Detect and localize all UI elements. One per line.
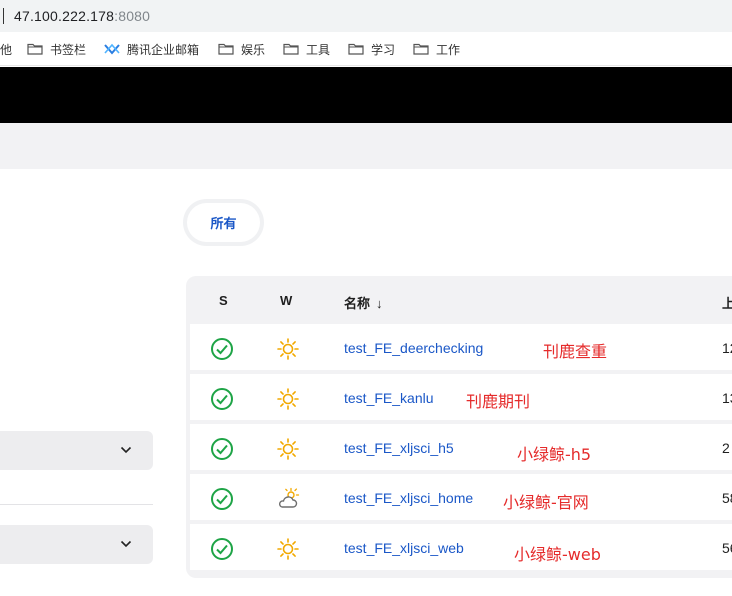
partly-cloudy-icon (278, 487, 300, 508)
jobs-table: S W 名称 ↓ 上 test_FE_deerchecking 刊鹿查重 12 t… (186, 276, 732, 578)
last-success-cell: 12 (722, 340, 732, 356)
job-link[interactable]: test_FE_xljsci_home (344, 490, 473, 506)
sunny-icon (277, 538, 299, 560)
sort-descending-icon: ↓ (376, 296, 383, 311)
success-icon (211, 388, 233, 410)
success-icon (211, 438, 233, 460)
bookmark-other[interactable]: 他 (0, 40, 12, 58)
url-text[interactable]: 47.100.222.178:8080 (14, 8, 150, 24)
bookmark-label: 书签栏 (50, 42, 87, 57)
column-header-last[interactable]: 上 (722, 293, 732, 312)
annotation-note: 小绿鲸-官网 (503, 493, 589, 512)
tencent-logo-icon (104, 43, 120, 55)
app-header (0, 67, 732, 123)
success-icon (211, 538, 233, 560)
bookmark-label: 腾讯企业邮箱 (127, 42, 200, 57)
chevron-down-icon[interactable] (119, 537, 133, 551)
sidebar-collapsible-panel[interactable] (0, 525, 153, 564)
sidebar-collapsible-panel[interactable] (0, 431, 153, 470)
table-row: test_FE_xljsci_home 小绿鲸-官网 58 (190, 474, 732, 522)
bookmark-folder-work[interactable]: 工作 (413, 40, 460, 58)
breadcrumb-bar (0, 123, 732, 169)
folder-icon (218, 43, 234, 55)
annotation-note: 小绿鲸-web (514, 545, 601, 564)
bookmark-folder-study[interactable]: 学习 (348, 40, 395, 58)
column-header-name-label: 名称 (344, 296, 371, 311)
last-success-cell: 13 (722, 390, 732, 406)
column-header-status[interactable]: S (219, 293, 228, 308)
success-icon (211, 338, 233, 360)
tab-all-views[interactable]: 所有 (187, 203, 260, 242)
url-port: :8080 (114, 8, 151, 24)
chevron-down-icon[interactable] (119, 443, 133, 457)
text-cursor (3, 8, 4, 24)
bookmark-label: 工作 (436, 42, 461, 57)
bookmark-label: 工具 (306, 42, 331, 57)
sunny-icon (277, 338, 299, 360)
table-row: test_FE_kanlu 刊鹿期刊 13 (190, 374, 732, 422)
sunny-icon (277, 438, 299, 460)
folder-icon (413, 43, 429, 55)
address-bar[interactable]: 47.100.222.178:8080 (0, 0, 732, 32)
folder-icon (348, 43, 364, 55)
folder-icon (27, 43, 43, 55)
success-icon (211, 488, 233, 510)
job-link[interactable]: test_FE_kanlu (344, 390, 434, 406)
job-link[interactable]: test_FE_deerchecking (344, 340, 483, 356)
bookmark-tencent-mail[interactable]: 腾讯企业邮箱 (104, 40, 199, 58)
sunny-icon (277, 388, 299, 410)
last-success-cell: 2 (722, 440, 730, 456)
table-row: test_FE_xljsci_web 小绿鲸-web 56 (190, 524, 732, 572)
bookmark-folder-bookmarks-bar[interactable]: 书签栏 (27, 40, 86, 58)
bookmark-label: 学习 (371, 42, 396, 57)
bookmark-folder-tools[interactable]: 工具 (283, 40, 330, 58)
bookmark-label: 娱乐 (241, 42, 266, 57)
url-host: 47.100.222.178 (14, 8, 115, 24)
folder-icon (283, 43, 299, 55)
table-row: test_FE_xljsci_h5 小绿鲸-h5 2 (190, 424, 732, 472)
job-link[interactable]: test_FE_xljsci_web (344, 540, 464, 556)
table-row: test_FE_deerchecking 刊鹿查重 12 (190, 324, 732, 372)
table-header: S W 名称 ↓ 上 (186, 276, 732, 324)
bookmark-folder-entertainment[interactable]: 娱乐 (218, 40, 265, 58)
bookmark-label: 他 (0, 42, 13, 57)
bookmarks-bar: 他 书签栏 腾讯企业邮箱 娱乐 工具 学习 工作 (0, 32, 732, 66)
job-link[interactable]: test_FE_xljsci_h5 (344, 440, 454, 456)
last-success-cell: 58 (722, 490, 732, 506)
annotation-note: 小绿鲸-h5 (517, 445, 592, 464)
last-success-cell: 56 (722, 540, 732, 556)
sidebar-divider (0, 504, 153, 505)
annotation-note: 刊鹿查重 (543, 342, 608, 361)
column-header-name[interactable]: 名称 ↓ (344, 293, 383, 312)
annotation-note: 刊鹿期刊 (466, 392, 531, 411)
column-header-weather[interactable]: W (280, 293, 292, 308)
